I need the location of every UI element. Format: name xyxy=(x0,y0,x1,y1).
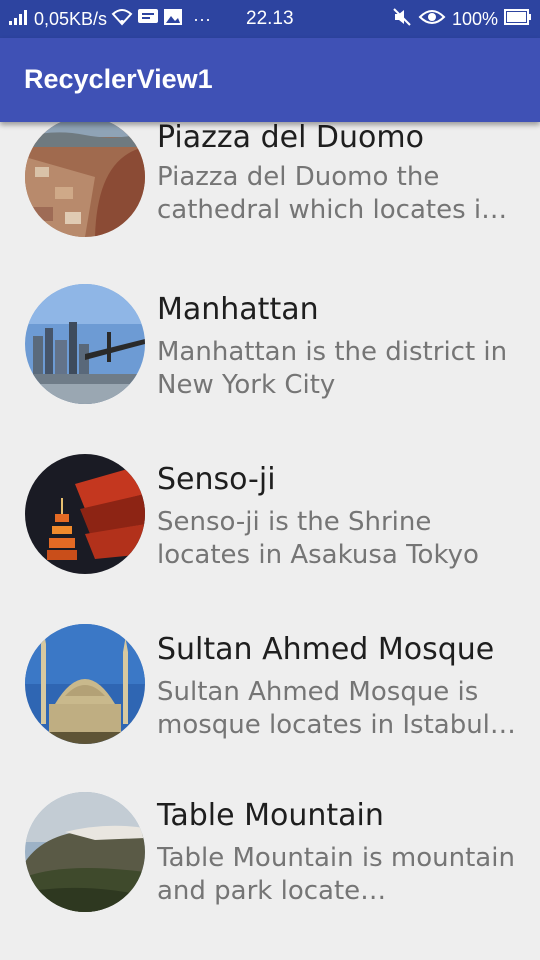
piazza-thumbnail xyxy=(25,122,145,237)
list-item[interactable]: Table Mountain Table Mountain is mountai… xyxy=(0,792,540,960)
list-item[interactable]: Senso-ji Senso-ji is the Shrine locates … xyxy=(0,454,540,624)
wifi-icon xyxy=(111,8,133,31)
table-mountain-thumbnail xyxy=(25,792,145,912)
item-description: Table Mountain is mountain and park loca… xyxy=(157,843,515,906)
sensoji-thumbnail xyxy=(25,454,145,574)
image-icon xyxy=(163,8,183,31)
mosque-thumbnail xyxy=(25,624,145,744)
app-bar: RecyclerView1 xyxy=(0,38,540,122)
item-title: Manhattan xyxy=(157,292,319,327)
network-speed: 0,05KB/s xyxy=(34,9,108,29)
item-title: Piazza del Duomo xyxy=(157,122,424,155)
battery-text: 100% xyxy=(451,9,498,29)
more-dots: ··· xyxy=(193,9,212,29)
app-title: RecyclerView1 xyxy=(24,64,213,94)
mute-icon xyxy=(392,8,412,31)
list-item[interactable]: Sultan Ahmed Mosque Sultan Ahmed Mosque … xyxy=(0,624,540,794)
list-item[interactable]: Piazza del Duomo Piazza del Duomo the ca… xyxy=(0,122,540,284)
chat-icon xyxy=(137,8,159,31)
status-bar: 0,05KB/s ··· 22.13 100% xyxy=(0,0,540,38)
status-left: 0,05KB/s ··· xyxy=(8,8,211,31)
item-description: Piazza del Duomo the cathedral which loc… xyxy=(157,162,508,225)
manhattan-thumbnail xyxy=(25,284,145,404)
item-description: Manhattan is the district in New York Ci… xyxy=(157,337,508,400)
battery-icon xyxy=(504,8,532,31)
recycler-list[interactable]: Piazza del Duomo Piazza del Duomo the ca… xyxy=(0,122,540,960)
status-right: 100% xyxy=(392,8,532,31)
item-description: Sultan Ahmed Mosque is mosque locates in… xyxy=(157,677,516,740)
eye-icon xyxy=(418,8,446,31)
item-title: Table Mountain xyxy=(157,798,384,833)
item-description: Senso-ji is the Shrine locates in Asakus… xyxy=(157,507,479,570)
clock: 22.13 xyxy=(246,8,294,29)
list-item[interactable]: Manhattan Manhattan is the district in N… xyxy=(0,284,540,454)
signal-icon xyxy=(8,8,30,31)
item-title: Senso-ji xyxy=(157,462,276,497)
item-title: Sultan Ahmed Mosque xyxy=(157,632,495,667)
